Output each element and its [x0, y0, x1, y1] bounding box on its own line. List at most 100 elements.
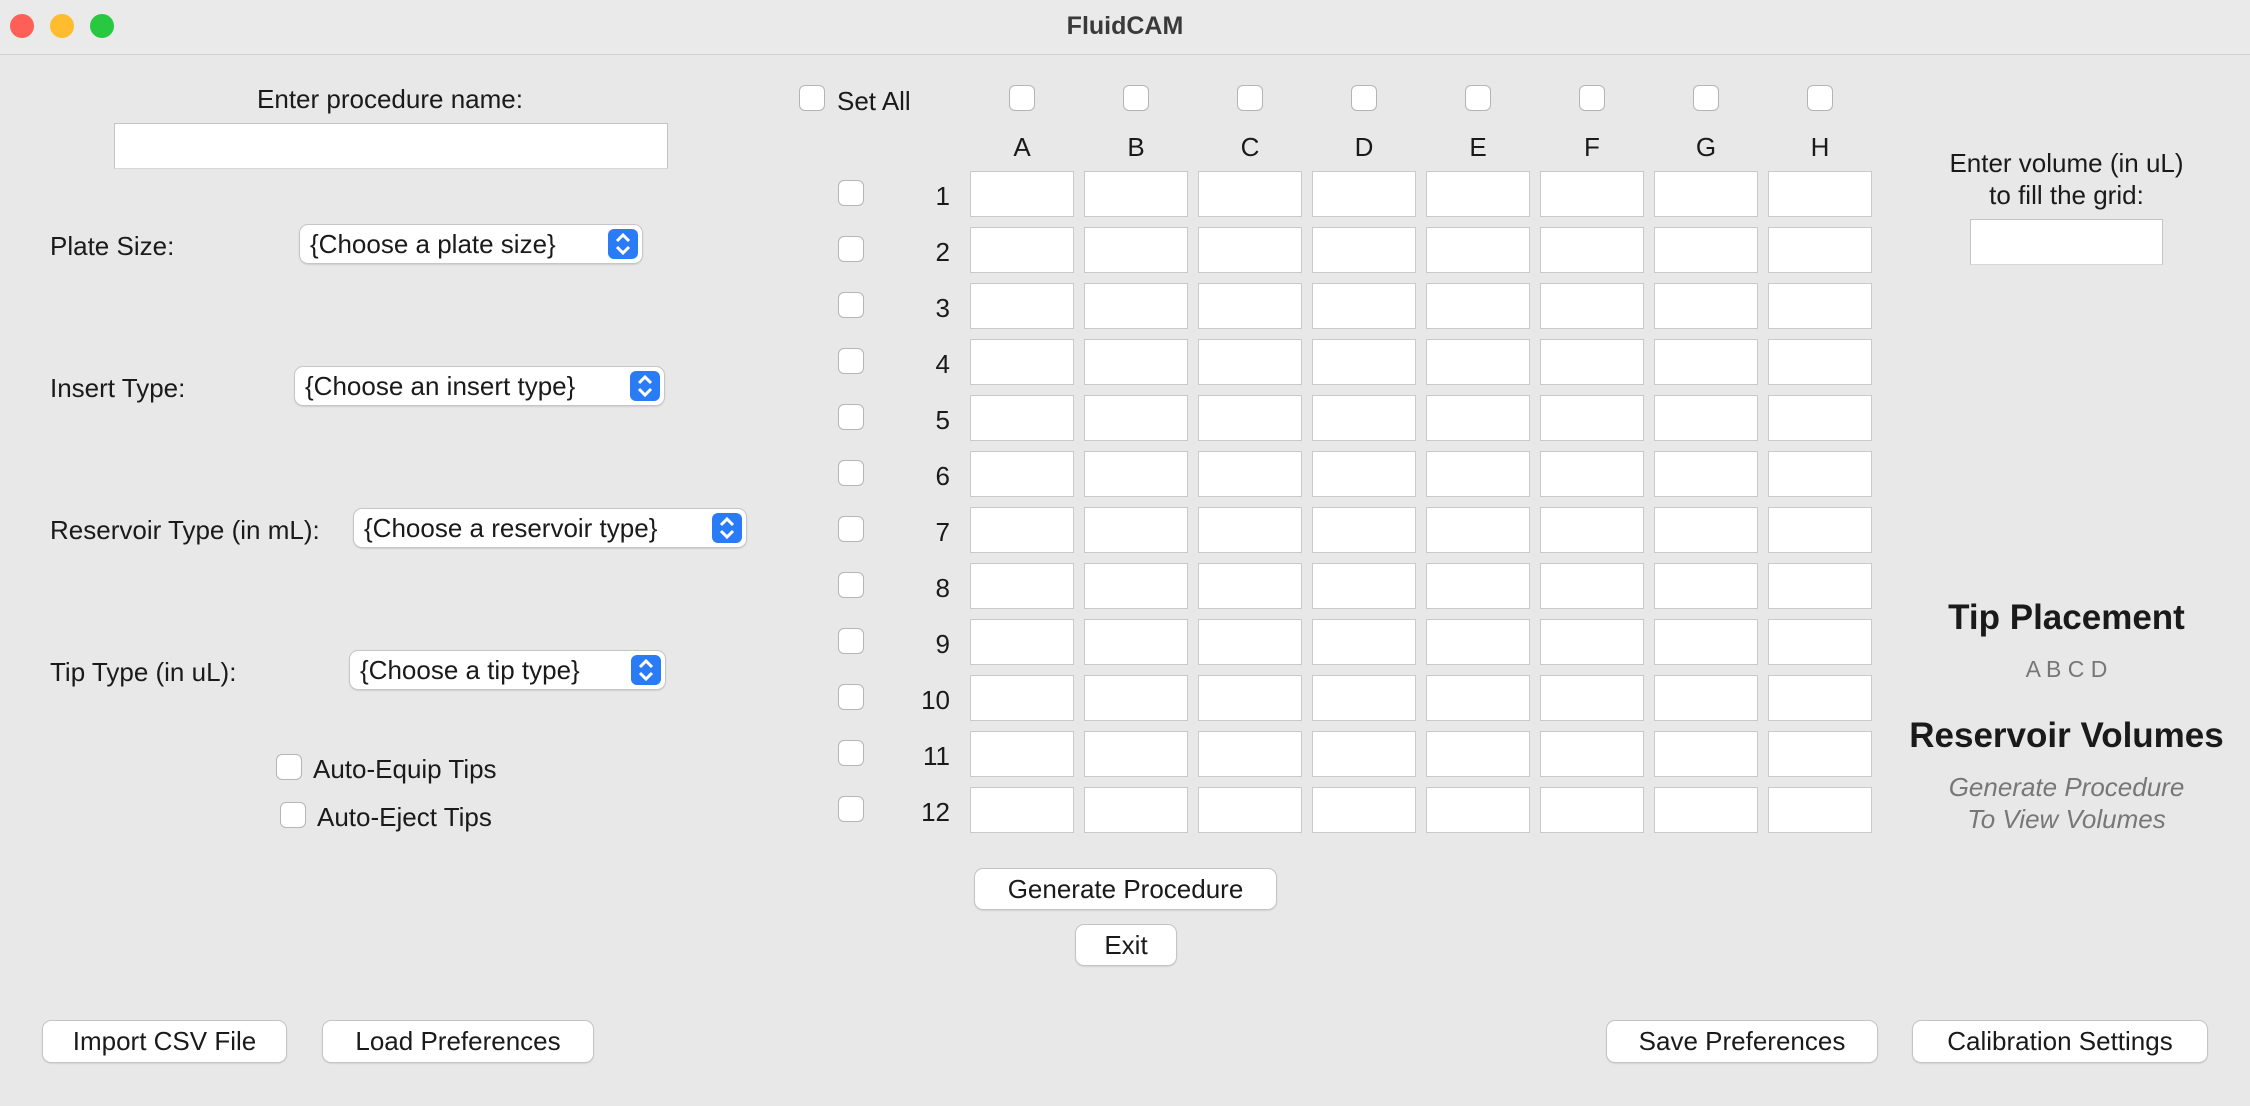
well-input-c6[interactable]	[1198, 451, 1302, 497]
well-input-b12[interactable]	[1084, 787, 1188, 833]
fill-volume-input[interactable]	[1970, 219, 2163, 265]
row-12-checkbox[interactable]	[838, 796, 864, 822]
well-input-b11[interactable]	[1084, 731, 1188, 777]
well-input-d9[interactable]	[1312, 619, 1416, 665]
well-input-e12[interactable]	[1426, 787, 1530, 833]
column-h-checkbox[interactable]	[1807, 85, 1833, 111]
well-input-h7[interactable]	[1768, 507, 1872, 553]
save-preferences-button[interactable]: Save Preferences	[1607, 1021, 1877, 1062]
well-input-b6[interactable]	[1084, 451, 1188, 497]
well-input-a11[interactable]	[970, 731, 1074, 777]
well-input-h6[interactable]	[1768, 451, 1872, 497]
well-input-c8[interactable]	[1198, 563, 1302, 609]
well-input-d7[interactable]	[1312, 507, 1416, 553]
import-csv-button[interactable]: Import CSV File	[43, 1021, 286, 1062]
well-input-b7[interactable]	[1084, 507, 1188, 553]
well-input-b5[interactable]	[1084, 395, 1188, 441]
well-input-f11[interactable]	[1540, 731, 1644, 777]
well-input-h2[interactable]	[1768, 227, 1872, 273]
well-input-e2[interactable]	[1426, 227, 1530, 273]
well-input-c3[interactable]	[1198, 283, 1302, 329]
row-4-checkbox[interactable]	[838, 348, 864, 374]
row-11-checkbox[interactable]	[838, 740, 864, 766]
well-input-d2[interactable]	[1312, 227, 1416, 273]
row-10-checkbox[interactable]	[838, 684, 864, 710]
well-input-g12[interactable]	[1654, 787, 1758, 833]
well-input-g10[interactable]	[1654, 675, 1758, 721]
well-input-e7[interactable]	[1426, 507, 1530, 553]
well-input-a1[interactable]	[970, 171, 1074, 217]
well-input-e9[interactable]	[1426, 619, 1530, 665]
well-input-a3[interactable]	[970, 283, 1074, 329]
column-b-checkbox[interactable]	[1123, 85, 1149, 111]
load-preferences-button[interactable]: Load Preferences	[323, 1021, 593, 1062]
well-input-d3[interactable]	[1312, 283, 1416, 329]
well-input-b2[interactable]	[1084, 227, 1188, 273]
well-input-c1[interactable]	[1198, 171, 1302, 217]
well-input-b3[interactable]	[1084, 283, 1188, 329]
well-input-a12[interactable]	[970, 787, 1074, 833]
row-8-checkbox[interactable]	[838, 572, 864, 598]
well-input-g3[interactable]	[1654, 283, 1758, 329]
well-input-h4[interactable]	[1768, 339, 1872, 385]
well-input-h8[interactable]	[1768, 563, 1872, 609]
well-input-h5[interactable]	[1768, 395, 1872, 441]
well-input-c11[interactable]	[1198, 731, 1302, 777]
auto-equip-tips-checkbox[interactable]	[276, 754, 302, 780]
row-7-checkbox[interactable]	[838, 516, 864, 542]
well-input-f12[interactable]	[1540, 787, 1644, 833]
well-input-c7[interactable]	[1198, 507, 1302, 553]
well-input-f4[interactable]	[1540, 339, 1644, 385]
reservoir-type-select[interactable]: {Choose a reservoir type}	[354, 509, 746, 547]
well-input-g2[interactable]	[1654, 227, 1758, 273]
well-input-d6[interactable]	[1312, 451, 1416, 497]
well-input-e10[interactable]	[1426, 675, 1530, 721]
row-9-checkbox[interactable]	[838, 628, 864, 654]
well-input-c9[interactable]	[1198, 619, 1302, 665]
well-input-f1[interactable]	[1540, 171, 1644, 217]
well-input-d11[interactable]	[1312, 731, 1416, 777]
well-input-f8[interactable]	[1540, 563, 1644, 609]
well-input-b1[interactable]	[1084, 171, 1188, 217]
well-input-e4[interactable]	[1426, 339, 1530, 385]
well-input-a7[interactable]	[970, 507, 1074, 553]
well-input-f10[interactable]	[1540, 675, 1644, 721]
well-input-h3[interactable]	[1768, 283, 1872, 329]
well-input-a8[interactable]	[970, 563, 1074, 609]
exit-button[interactable]: Exit	[1076, 925, 1176, 965]
well-input-g5[interactable]	[1654, 395, 1758, 441]
well-input-f6[interactable]	[1540, 451, 1644, 497]
well-input-h1[interactable]	[1768, 171, 1872, 217]
well-input-g9[interactable]	[1654, 619, 1758, 665]
calibration-settings-button[interactable]: Calibration Settings	[1913, 1021, 2207, 1062]
column-d-checkbox[interactable]	[1351, 85, 1377, 111]
well-input-e1[interactable]	[1426, 171, 1530, 217]
well-input-h12[interactable]	[1768, 787, 1872, 833]
well-input-f2[interactable]	[1540, 227, 1644, 273]
well-input-d8[interactable]	[1312, 563, 1416, 609]
well-input-d12[interactable]	[1312, 787, 1416, 833]
well-input-a6[interactable]	[970, 451, 1074, 497]
well-input-h9[interactable]	[1768, 619, 1872, 665]
well-input-d10[interactable]	[1312, 675, 1416, 721]
well-input-c12[interactable]	[1198, 787, 1302, 833]
well-input-a9[interactable]	[970, 619, 1074, 665]
well-input-f7[interactable]	[1540, 507, 1644, 553]
well-input-c10[interactable]	[1198, 675, 1302, 721]
well-input-c4[interactable]	[1198, 339, 1302, 385]
well-input-h10[interactable]	[1768, 675, 1872, 721]
well-input-d5[interactable]	[1312, 395, 1416, 441]
well-input-b8[interactable]	[1084, 563, 1188, 609]
well-input-a5[interactable]	[970, 395, 1074, 441]
well-input-c2[interactable]	[1198, 227, 1302, 273]
column-e-checkbox[interactable]	[1465, 85, 1491, 111]
well-input-e8[interactable]	[1426, 563, 1530, 609]
column-f-checkbox[interactable]	[1579, 85, 1605, 111]
tip-type-select[interactable]: {Choose a tip type}	[350, 651, 665, 689]
well-input-g7[interactable]	[1654, 507, 1758, 553]
procedure-name-input[interactable]	[114, 123, 668, 169]
well-input-g1[interactable]	[1654, 171, 1758, 217]
row-3-checkbox[interactable]	[838, 292, 864, 318]
well-input-e11[interactable]	[1426, 731, 1530, 777]
well-input-e6[interactable]	[1426, 451, 1530, 497]
